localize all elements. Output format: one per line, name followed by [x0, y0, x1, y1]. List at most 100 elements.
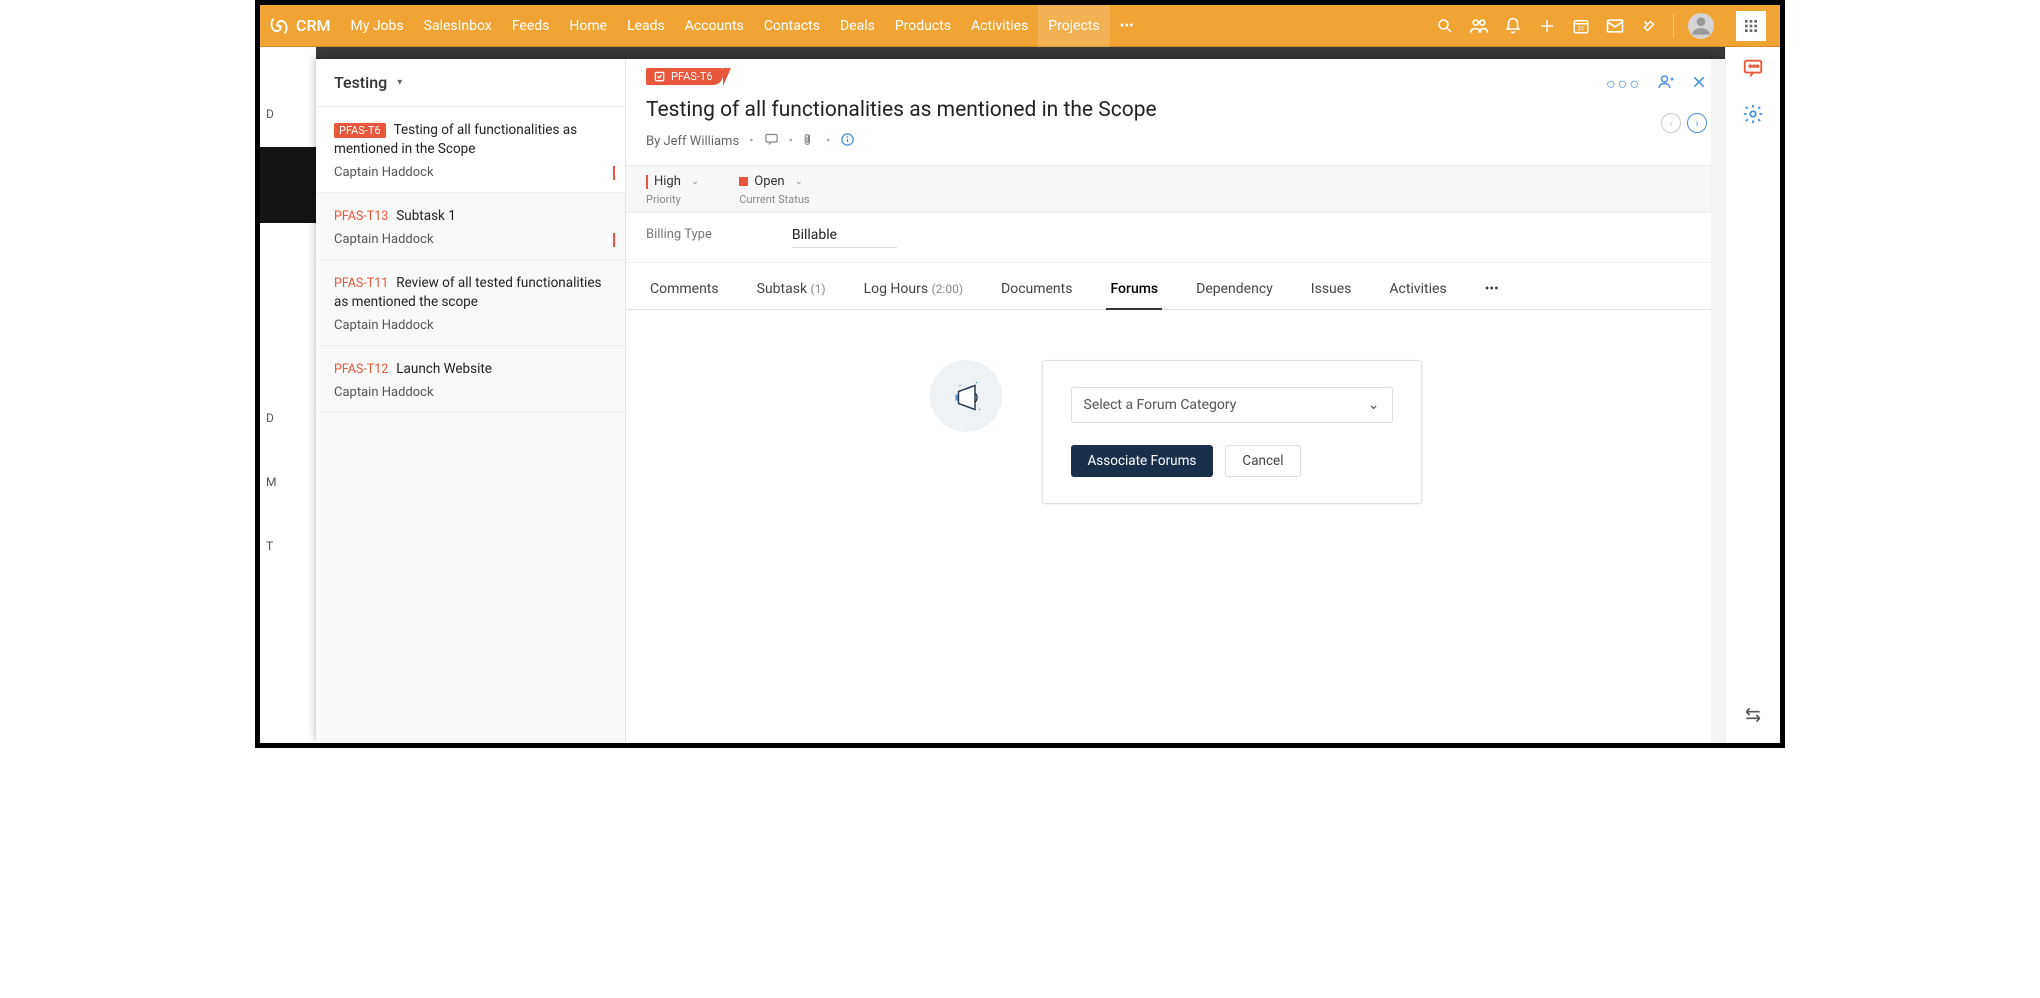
- app-name: CRM: [296, 16, 331, 35]
- priority-mark-icon: [613, 233, 615, 247]
- chat-icon[interactable]: [1742, 57, 1764, 83]
- nav-home[interactable]: Home: [559, 5, 617, 47]
- tab-subtask[interactable]: Subtask (1): [753, 269, 830, 309]
- task-item[interactable]: PFAS-T13 Subtask 1 Captain Haddock: [316, 193, 625, 260]
- task-id: PFAS-T13: [334, 209, 388, 224]
- status-indicator-icon: [739, 177, 748, 186]
- task-title: Launch Website: [396, 361, 492, 377]
- app-window: CRM My Jobs SalesInbox Feeds Home Leads …: [255, 0, 1785, 748]
- task-sidebar: Testing ▾ PFAS-T6 Testing of all functio…: [316, 59, 626, 743]
- forum-card: Select a Forum Category ⌄ Associate Foru…: [1042, 360, 1422, 504]
- record-nav: ‹ ›: [1661, 113, 1707, 133]
- detail-actions: ○○○: [1606, 73, 1707, 95]
- nav-leads[interactable]: Leads: [617, 5, 675, 47]
- scrollbar[interactable]: [1711, 59, 1725, 743]
- detail-header: PFAS-T6 Testing of all functionalities a…: [626, 59, 1725, 165]
- tab-dependency[interactable]: Dependency: [1192, 269, 1277, 309]
- chip-label: PFAS-T6: [671, 70, 713, 83]
- user-avatar[interactable]: [1688, 13, 1714, 39]
- task-id-badge: PFAS-T6: [334, 123, 386, 138]
- sidebar-title: Testing: [334, 73, 387, 92]
- task-owner: Captain Haddock: [334, 385, 607, 400]
- divider: [1673, 14, 1674, 38]
- settings-gear-icon[interactable]: [1742, 103, 1764, 129]
- priority-value: High: [654, 174, 681, 189]
- tab-forums[interactable]: Forums: [1106, 269, 1162, 309]
- prev-record[interactable]: ‹: [1661, 113, 1681, 133]
- tab-more[interactable]: •••: [1481, 269, 1503, 309]
- priority-label: Priority: [646, 193, 699, 206]
- forum-category-select[interactable]: Select a Forum Category ⌄: [1071, 387, 1393, 423]
- apps-grid-icon[interactable]: [1736, 11, 1766, 41]
- chevron-down-icon: ⌄: [795, 176, 803, 187]
- task-item[interactable]: PFAS-T11 Review of all tested functional…: [316, 260, 625, 346]
- associate-forums-button[interactable]: Associate Forums: [1071, 445, 1214, 477]
- nav-more[interactable]: •••: [1110, 5, 1144, 47]
- more-icon[interactable]: ○○○: [1606, 74, 1641, 94]
- main-wrap: Testing ▾ PFAS-T6 Testing of all functio…: [316, 47, 1780, 743]
- tab-activities[interactable]: Activities: [1385, 269, 1450, 309]
- attachment-icon[interactable]: [803, 133, 816, 150]
- priority-indicator-icon: [646, 175, 648, 189]
- caret-down-icon: ▾: [397, 77, 402, 88]
- byline: By Jeff Williams • • •: [646, 132, 1705, 151]
- gutter-d2: D: [260, 411, 316, 425]
- body: D D M T Testing ▾ PFAS-T6: [260, 47, 1780, 743]
- nav-my-jobs[interactable]: My Jobs: [341, 5, 414, 47]
- tab-log-hours[interactable]: Log Hours (2:00): [860, 269, 967, 309]
- status-block[interactable]: Open ⌄ Current Status: [739, 174, 809, 206]
- billing-row: Billing Type Billable: [626, 213, 1725, 263]
- svg-text:31: 31: [1578, 25, 1585, 32]
- nav-contacts[interactable]: Contacts: [754, 5, 830, 47]
- search-icon[interactable]: [1435, 16, 1455, 36]
- task-item[interactable]: PFAS-T6 Testing of all functionalities a…: [316, 107, 625, 193]
- next-record[interactable]: ›: [1687, 113, 1707, 133]
- status-label: Current Status: [739, 193, 809, 206]
- info-icon[interactable]: [840, 132, 855, 151]
- nav-deals[interactable]: Deals: [830, 5, 885, 47]
- sidebar-header[interactable]: Testing ▾: [316, 59, 625, 107]
- tab-comments[interactable]: Comments: [646, 269, 723, 309]
- top-right-actions: 31: [1435, 11, 1772, 41]
- task-item[interactable]: PFAS-T12 Launch Website Captain Haddock: [316, 346, 625, 413]
- priority-block[interactable]: High ⌄ Priority: [646, 174, 699, 206]
- task-list[interactable]: PFAS-T6 Testing of all functionalities a…: [316, 107, 625, 743]
- top-navbar: CRM My Jobs SalesInbox Feeds Home Leads …: [260, 5, 1780, 47]
- bell-icon[interactable]: [1503, 16, 1523, 36]
- task-chip: PFAS-T6: [646, 68, 723, 85]
- billing-label: Billing Type: [646, 227, 712, 248]
- nav-accounts[interactable]: Accounts: [675, 5, 754, 47]
- nav-activities[interactable]: Activities: [961, 5, 1038, 47]
- plus-icon[interactable]: [1537, 16, 1557, 36]
- mail-icon[interactable]: [1605, 16, 1625, 36]
- tab-documents[interactable]: Documents: [997, 269, 1076, 309]
- calendar-icon[interactable]: 31: [1571, 16, 1591, 36]
- gutter-m: M: [260, 475, 316, 489]
- right-rail: [1725, 47, 1780, 743]
- chevron-down-icon: ⌄: [691, 176, 699, 187]
- nav-salesinbox[interactable]: SalesInbox: [414, 5, 502, 47]
- nav-products[interactable]: Products: [885, 5, 961, 47]
- expand-panel-icon[interactable]: [1743, 705, 1763, 729]
- cancel-button[interactable]: Cancel: [1225, 445, 1300, 477]
- nav-menu: My Jobs SalesInbox Feeds Home Leads Acco…: [341, 5, 1144, 47]
- tab-issues[interactable]: Issues: [1307, 269, 1356, 309]
- select-placeholder: Select a Forum Category: [1084, 397, 1237, 413]
- app-logo[interactable]: CRM: [268, 15, 331, 37]
- gutter-t: T: [260, 539, 316, 553]
- close-icon[interactable]: [1691, 74, 1707, 94]
- assign-user-icon[interactable]: [1657, 73, 1675, 95]
- status-value: Open: [754, 174, 784, 189]
- comment-icon[interactable]: [764, 132, 779, 151]
- status-bar: High ⌄ Priority Open ⌄ Current Status: [626, 165, 1725, 213]
- tools-icon[interactable]: [1639, 16, 1659, 36]
- task-owner: Captain Haddock: [334, 165, 607, 180]
- chevron-down-icon: ⌄: [1368, 397, 1380, 413]
- task-title: Subtask 1: [396, 208, 456, 224]
- nav-projects[interactable]: Projects: [1038, 5, 1109, 47]
- contacts-icon[interactable]: [1469, 16, 1489, 36]
- detail-tabs: Comments Subtask (1) Log Hours (2:00) Do…: [626, 269, 1725, 310]
- nav-feeds[interactable]: Feeds: [502, 5, 560, 47]
- billing-value[interactable]: Billable: [792, 227, 897, 248]
- forum-area: Select a Forum Category ⌄ Associate Foru…: [626, 310, 1725, 743]
